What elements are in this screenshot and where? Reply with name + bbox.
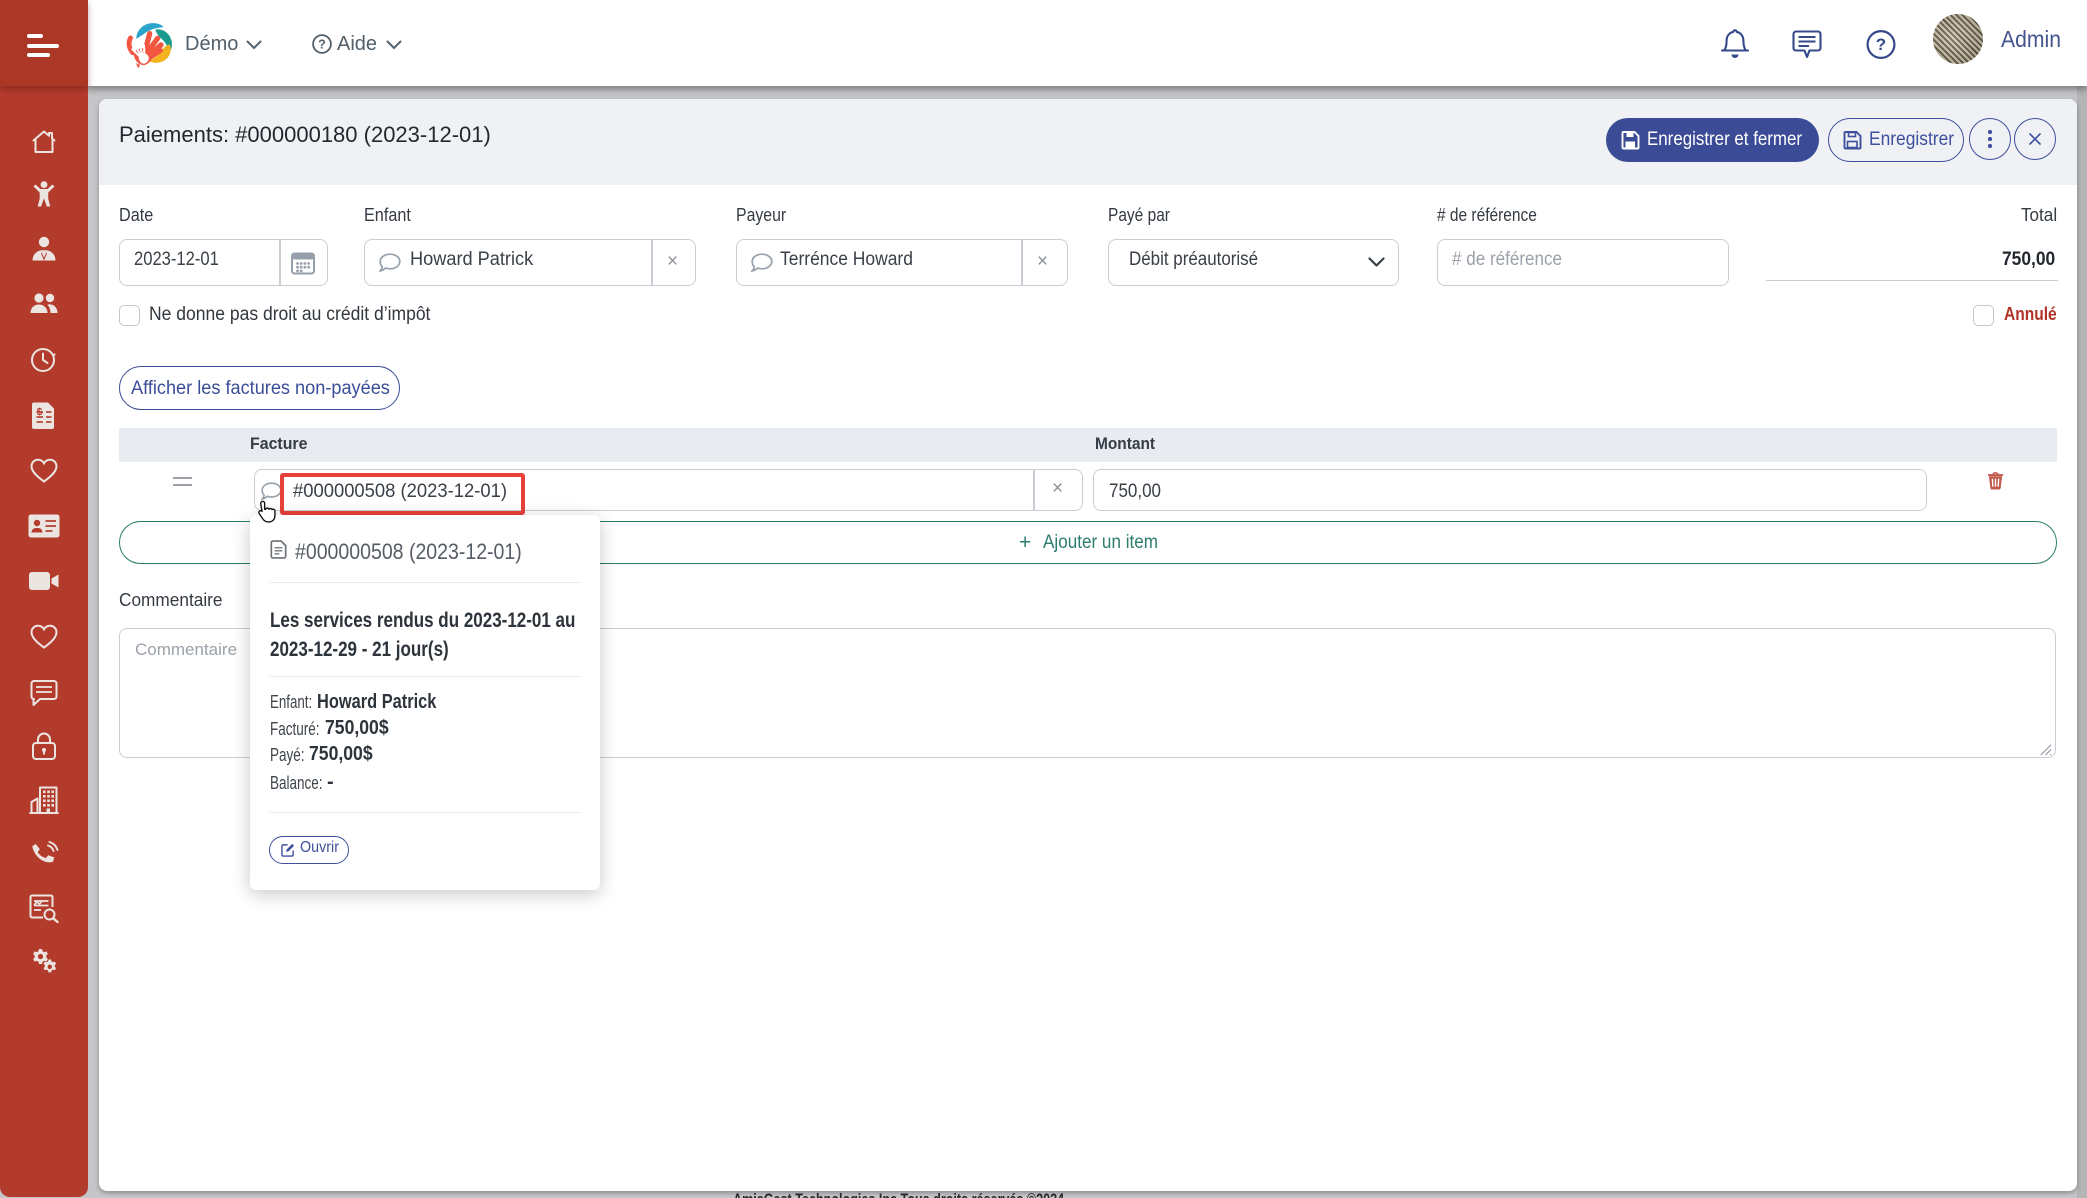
svg-text:?: ?: [318, 38, 326, 52]
svg-text:?: ?: [1876, 35, 1886, 54]
svg-text:$: $: [37, 407, 43, 418]
